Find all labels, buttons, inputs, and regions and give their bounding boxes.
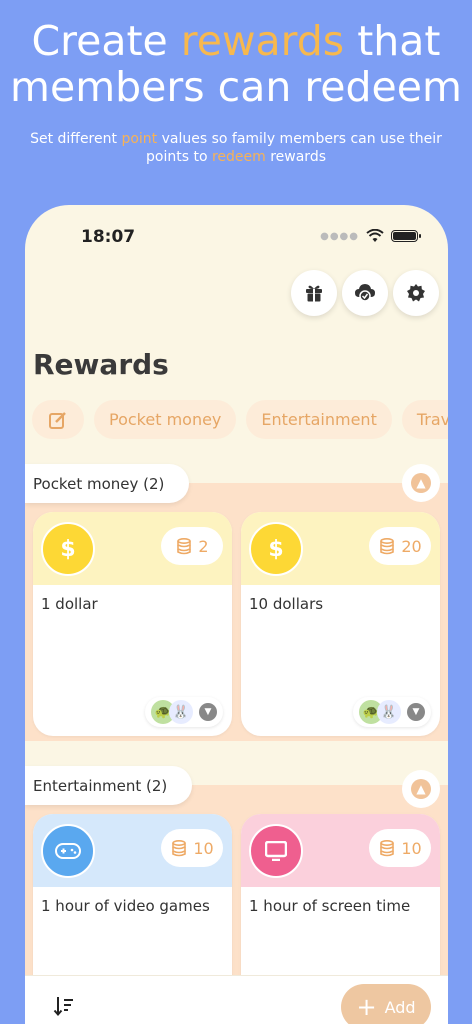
settings-button[interactable] <box>393 270 439 316</box>
wifi-icon <box>366 229 384 242</box>
chevron-down-icon: ▼ <box>199 703 217 721</box>
sort-icon <box>53 997 73 1017</box>
status-time: 18:07 <box>81 227 136 247</box>
category-chips: Pocket money Entertainment Travel <box>32 400 448 439</box>
section-label-entertainment: Entertainment (2) <box>25 766 193 805</box>
points-badge: 20 <box>369 527 431 565</box>
reward-title: 1 dollar <box>41 595 98 613</box>
edit-categories-chip[interactable] <box>32 400 84 439</box>
points-badge: 10 <box>369 829 431 867</box>
headline-line-1: Create rewards that <box>31 17 441 65</box>
points-badge: 10 <box>161 829 223 867</box>
members-selector[interactable]: 🐢 🐰 ▼ <box>353 697 431 727</box>
signal-icon: ●●●● <box>320 230 359 242</box>
sort-button[interactable] <box>52 994 76 1018</box>
reward-title: 10 dollars <box>249 595 324 613</box>
points-value: 10 <box>401 838 422 858</box>
cloud-sync-button[interactable] <box>342 270 388 316</box>
phone-screen: 18:07 ●●●● Rewards Pocket money Entertai… <box>25 205 448 1024</box>
promo-subline: Set different point values so family mem… <box>30 131 442 165</box>
add-label: Add <box>384 997 416 1017</box>
reward-title: 1 hour of video games <box>41 897 210 915</box>
gift-button[interactable] <box>291 270 337 316</box>
plus-icon: + <box>356 993 377 1021</box>
coins-icon <box>380 839 395 857</box>
dollar-icon: $ <box>249 522 303 576</box>
collapse-entertainment-button[interactable]: ▲ <box>402 770 440 808</box>
add-reward-button[interactable]: + Add <box>341 984 431 1024</box>
members-selector[interactable]: 🐢 🐰 ▼ <box>145 697 223 727</box>
avatar: 🐰 <box>377 700 401 724</box>
dollar-icon: $ <box>41 522 95 576</box>
coins-icon <box>177 537 192 555</box>
status-icons: ●●●● <box>320 229 421 243</box>
gear-icon <box>407 284 425 302</box>
reward-card[interactable]: $ 2 1 dollar 🐢 🐰 ▼ <box>33 512 232 736</box>
collapse-pocket-money-button[interactable]: ▲ <box>402 464 440 502</box>
points-value: 2 <box>198 536 209 556</box>
gift-icon <box>306 285 322 302</box>
page-title: Rewards <box>33 348 169 381</box>
reward-title: 1 hour of screen time <box>249 897 411 915</box>
promo-headline: Create rewards that members can redeem <box>0 18 472 110</box>
avatar: 🐰 <box>169 700 193 724</box>
gamepad-icon <box>41 824 95 878</box>
edit-icon <box>49 411 66 429</box>
chip-entertainment[interactable]: Entertainment <box>246 400 392 439</box>
chevron-down-icon: ▼ <box>407 703 425 721</box>
chevron-up-icon: ▲ <box>411 473 431 493</box>
points-value: 20 <box>401 536 422 556</box>
battery-icon <box>391 230 421 242</box>
points-value: 10 <box>193 838 214 858</box>
chip-travel[interactable]: Travel <box>401 400 448 439</box>
chevron-up-icon: ▲ <box>411 779 431 799</box>
reward-card[interactable]: $ 20 10 dollars 🐢 🐰 ▼ <box>241 512 440 736</box>
coins-icon <box>380 537 395 555</box>
chip-pocket-money[interactable]: Pocket money <box>94 400 237 439</box>
headline-line-2: members can redeem <box>10 63 462 111</box>
section-label-pocket-money: Pocket money (2) <box>25 464 190 503</box>
monitor-icon <box>249 824 303 878</box>
cloud-sync-icon <box>355 284 375 302</box>
bottom-bar: + Add <box>25 975 448 1024</box>
points-badge: 2 <box>161 527 223 565</box>
coins-icon <box>172 839 187 857</box>
